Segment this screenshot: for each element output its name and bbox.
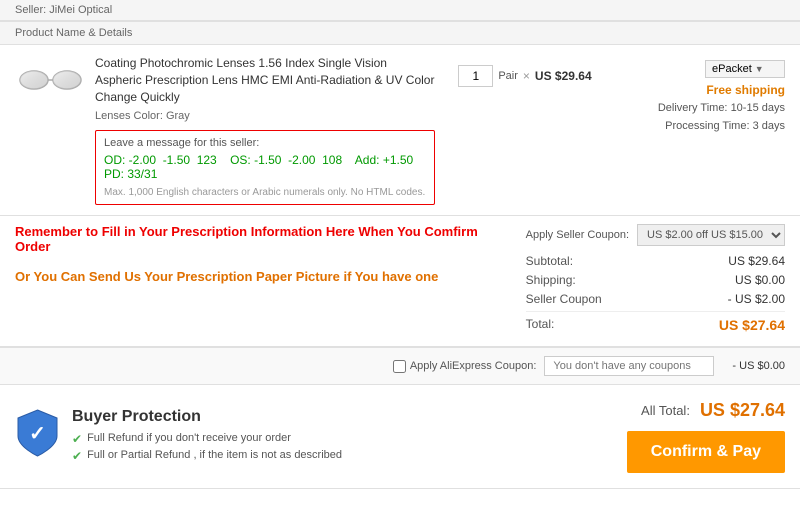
lenses-color-value: Gray — [166, 110, 190, 122]
svg-text:✓: ✓ — [29, 423, 46, 445]
reminder-text-1: Remember to Fill in Your Prescription In… — [15, 224, 496, 254]
seller-coupon-discount-row: Seller Coupon - US $2.00 — [526, 292, 785, 306]
aliexpress-coupon-bar: Apply AliExpress Coupon: - US $0.00 — [0, 347, 800, 385]
total-confirm-area: All Total: US $27.64 Confirm & Pay — [605, 400, 785, 473]
bp-check-icon-1: ✔ — [72, 432, 82, 446]
shipping-info: Free shipping Delivery Time: 10-15 days … — [625, 83, 785, 135]
shipping-area: ePacket ▼ Free shipping Delivery Time: 1… — [615, 55, 785, 135]
multiply-sign: × — [523, 69, 530, 83]
coupon-label: Apply Seller Coupon: — [526, 229, 629, 241]
aliexpress-coupon-label: Apply AliExpress Coupon: — [410, 360, 537, 372]
qty-price-row: Pair × US $29.64 — [458, 65, 591, 87]
reminder-section: Remember to Fill in Your Prescription In… — [0, 216, 800, 347]
section-header-label: Product Name & Details — [15, 27, 132, 39]
buyer-protection-title: Buyer Protection — [72, 408, 342, 426]
seller-coupon-discount-value: - US $2.00 — [728, 292, 785, 306]
delivery-time: Delivery Time: 10-15 days — [625, 100, 785, 118]
message-textarea[interactable]: OD: -2.00 -1.50 123 OS: -1.50 -2.00 108 … — [104, 153, 426, 181]
reminder-left: Remember to Fill in Your Prescription In… — [15, 224, 496, 338]
total-label: Total: — [526, 317, 555, 333]
order-summary: Apply Seller Coupon: US $2.00 off US $15… — [526, 224, 785, 338]
aliexpress-coupon-check: Apply AliExpress Coupon: — [393, 360, 537, 373]
processing-time: Processing Time: 3 days — [625, 118, 785, 136]
seller-name: Seller: JiMei Optical — [15, 4, 112, 16]
pair-label: Pair — [498, 70, 518, 82]
qty-price-area: Pair × US $29.64 — [445, 55, 605, 87]
bp-check-icon-2: ✔ — [72, 449, 82, 463]
section-header: Product Name & Details — [0, 21, 800, 45]
product-image — [15, 55, 85, 105]
seller-message-box: Leave a message for this seller: OD: -2.… — [95, 130, 435, 205]
seller-coupon-select[interactable]: US $2.00 off US $15.00 — [637, 224, 785, 246]
quantity-input[interactable] — [458, 65, 493, 87]
product-name: Coating Photochromic Lenses 1.56 Index S… — [95, 55, 435, 105]
epacket-button[interactable]: ePacket ▼ — [705, 60, 785, 78]
aliexpress-coupon-discount: - US $0.00 — [732, 360, 785, 372]
message-box-note: Max. 1,000 English characters or Arabic … — [104, 187, 426, 198]
buyer-protection: ✓ Buyer Protection ✔ Full Refund if you … — [15, 408, 585, 466]
product-details: Coating Photochromic Lenses 1.56 Index S… — [95, 55, 435, 205]
aliexpress-coupon-checkbox[interactable] — [393, 360, 406, 373]
total-value: US $27.64 — [719, 317, 785, 333]
product-section: Coating Photochromic Lenses 1.56 Index S… — [0, 45, 800, 216]
shipping-row: Shipping: US $0.00 — [526, 273, 785, 287]
free-shipping-label: Free shipping — [625, 83, 785, 97]
subtotal-row: Subtotal: US $29.64 — [526, 254, 785, 268]
reminder-text-2: Or You Can Send Us Your Prescription Pap… — [15, 269, 496, 284]
shipping-value: US $0.00 — [735, 273, 785, 287]
subtotal-value: US $29.64 — [728, 254, 785, 268]
lenses-color: Lenses Color: Gray — [95, 110, 435, 122]
shipping-label: Shipping: — [526, 273, 576, 287]
bottom-section: ✓ Buyer Protection ✔ Full Refund if you … — [0, 385, 800, 489]
shield-icon: ✓ — [15, 408, 60, 458]
all-total-row: All Total: US $27.64 — [641, 400, 785, 421]
all-total-label: All Total: — [641, 403, 690, 418]
bp-text-1: Full Refund if you don't receive your or… — [87, 432, 291, 444]
subtotal-label: Subtotal: — [526, 254, 573, 268]
unit-price: US $29.64 — [535, 69, 592, 83]
seller-coupon-discount-label: Seller Coupon — [526, 292, 602, 306]
epacket-label: ePacket — [712, 63, 752, 75]
bp-item-1: ✔ Full Refund if you don't receive your … — [72, 432, 342, 446]
bp-item-2: ✔ Full or Partial Refund , if the item i… — [72, 449, 342, 463]
bp-text-2: Full or Partial Refund , if the item is … — [87, 449, 342, 461]
lenses-color-label: Lenses Color: — [95, 110, 163, 122]
total-row: Total: US $27.64 — [526, 311, 785, 333]
epacket-arrow-icon: ▼ — [755, 64, 764, 74]
seller-coupon-row: Apply Seller Coupon: US $2.00 off US $15… — [526, 224, 785, 246]
aliexpress-coupon-input[interactable] — [544, 356, 714, 376]
seller-bar: Seller: JiMei Optical — [0, 0, 800, 21]
confirm-pay-button[interactable]: Confirm & Pay — [627, 431, 785, 473]
buyer-protection-content: Buyer Protection ✔ Full Refund if you do… — [72, 408, 342, 466]
all-total-price: US $27.64 — [700, 400, 785, 421]
message-box-label: Leave a message for this seller: — [104, 137, 426, 149]
